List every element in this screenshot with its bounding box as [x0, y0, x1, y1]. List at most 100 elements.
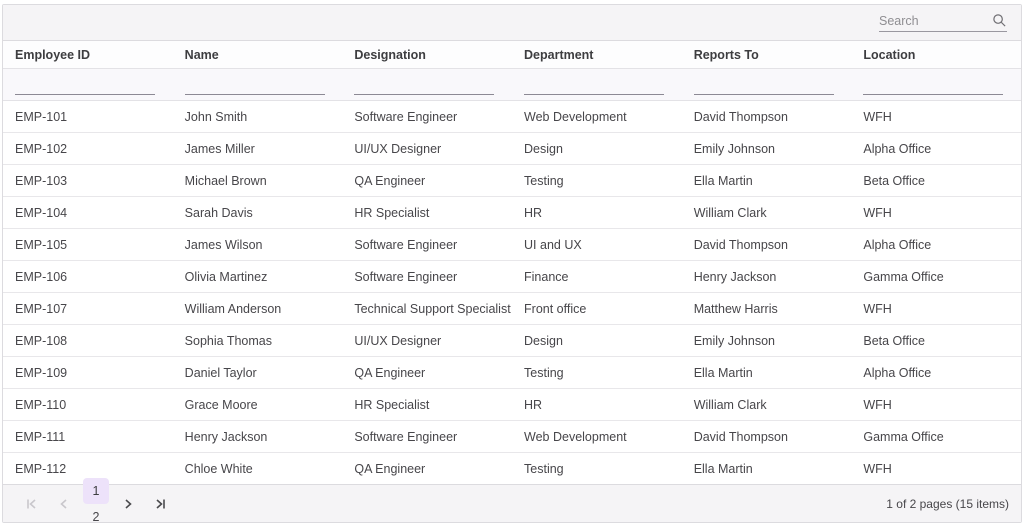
cell-reports-to: Emily Johnson: [682, 334, 852, 348]
cell-name: Sarah Davis: [173, 206, 343, 220]
cell-reports-to: David Thompson: [682, 238, 852, 252]
cell-department: Testing: [512, 174, 682, 188]
filter-input-location[interactable]: [863, 77, 1003, 95]
cell-designation: QA Engineer: [342, 462, 512, 476]
cell-employee-id: EMP-105: [3, 238, 173, 252]
table-row[interactable]: EMP-101John SmithSoftware EngineerWeb De…: [3, 101, 1021, 133]
column-header-name[interactable]: Name: [173, 48, 343, 62]
pager-nav: 12: [19, 478, 173, 528]
cell-name: Sophia Thomas: [173, 334, 343, 348]
prev-page-button[interactable]: [51, 491, 77, 517]
cell-location: WFH: [851, 110, 1021, 124]
cell-reports-to: William Clark: [682, 206, 852, 220]
cell-designation: UI/UX Designer: [342, 334, 512, 348]
cell-department: Web Development: [512, 430, 682, 444]
filter-cell-designation: [342, 77, 512, 101]
cell-name: Olivia Martinez: [173, 270, 343, 284]
page-button-2[interactable]: 2: [83, 504, 109, 528]
cell-location: Gamma Office: [851, 270, 1021, 284]
cell-designation: UI/UX Designer: [342, 142, 512, 156]
filter-input-name[interactable]: [185, 77, 325, 95]
cell-name: Daniel Taylor: [173, 366, 343, 380]
filter-cell-name: [173, 77, 343, 101]
filter-row: [3, 69, 1021, 101]
cell-location: Beta Office: [851, 174, 1021, 188]
table-row[interactable]: EMP-111Henry JacksonSoftware EngineerWeb…: [3, 421, 1021, 453]
table-row[interactable]: EMP-110Grace MooreHR SpecialistHRWilliam…: [3, 389, 1021, 421]
table-body: EMP-101John SmithSoftware EngineerWeb De…: [3, 101, 1021, 485]
first-page-button[interactable]: [19, 491, 45, 517]
cell-reports-to: Ella Martin: [682, 462, 852, 476]
cell-department: Testing: [512, 366, 682, 380]
column-header-employee-id[interactable]: Employee ID: [3, 48, 173, 62]
table-row[interactable]: EMP-105James WilsonSoftware EngineerUI a…: [3, 229, 1021, 261]
cell-designation: HR Specialist: [342, 206, 512, 220]
cell-employee-id: EMP-109: [3, 366, 173, 380]
cell-reports-to: Ella Martin: [682, 366, 852, 380]
cell-reports-to: Emily Johnson: [682, 142, 852, 156]
cell-location: Alpha Office: [851, 142, 1021, 156]
column-header-designation[interactable]: Designation: [342, 48, 512, 62]
pager: 12 1 of 2 pages (15 items): [3, 485, 1021, 522]
cell-department: Design: [512, 334, 682, 348]
cell-designation: Software Engineer: [342, 270, 512, 284]
cell-location: Alpha Office: [851, 238, 1021, 252]
filter-input-reports-to[interactable]: [694, 77, 834, 95]
cell-department: UI and UX: [512, 238, 682, 252]
table-row[interactable]: EMP-102James MillerUI/UX DesignerDesignE…: [3, 133, 1021, 165]
cell-department: Web Development: [512, 110, 682, 124]
filter-input-employee-id[interactable]: [15, 77, 155, 95]
grid-toolbar: [3, 5, 1021, 41]
column-header-location[interactable]: Location: [851, 48, 1021, 62]
cell-designation: Technical Support Specialist: [342, 302, 512, 316]
cell-employee-id: EMP-112: [3, 462, 173, 476]
header-row: Employee IDNameDesignationDepartmentRepo…: [3, 41, 1021, 69]
cell-employee-id: EMP-101: [3, 110, 173, 124]
cell-name: Grace Moore: [173, 398, 343, 412]
cell-location: Beta Office: [851, 334, 1021, 348]
cell-name: Michael Brown: [173, 174, 343, 188]
table-row[interactable]: EMP-103Michael BrownQA EngineerTestingEl…: [3, 165, 1021, 197]
filter-input-designation[interactable]: [354, 77, 494, 95]
cell-employee-id: EMP-106: [3, 270, 173, 284]
cell-location: WFH: [851, 302, 1021, 316]
table-row[interactable]: EMP-106Olivia MartinezSoftware EngineerF…: [3, 261, 1021, 293]
cell-name: William Anderson: [173, 302, 343, 316]
cell-name: Chloe White: [173, 462, 343, 476]
cell-department: Design: [512, 142, 682, 156]
next-page-button[interactable]: [115, 491, 141, 517]
column-header-department[interactable]: Department: [512, 48, 682, 62]
cell-department: HR: [512, 398, 682, 412]
cell-employee-id: EMP-104: [3, 206, 173, 220]
cell-department: HR: [512, 206, 682, 220]
cell-designation: Software Engineer: [342, 238, 512, 252]
filter-cell-location: [851, 77, 1021, 101]
table-row[interactable]: EMP-104Sarah DavisHR SpecialistHRWilliam…: [3, 197, 1021, 229]
cell-location: Alpha Office: [851, 366, 1021, 380]
column-header-reports-to[interactable]: Reports To: [682, 48, 852, 62]
search-icon[interactable]: [992, 13, 1007, 28]
table-row[interactable]: EMP-109Daniel TaylorQA EngineerTestingEl…: [3, 357, 1021, 389]
page-button-1[interactable]: 1: [83, 478, 109, 504]
cell-employee-id: EMP-110: [3, 398, 173, 412]
cell-department: Testing: [512, 462, 682, 476]
cell-reports-to: David Thompson: [682, 110, 852, 124]
cell-name: Henry Jackson: [173, 430, 343, 444]
cell-reports-to: William Clark: [682, 398, 852, 412]
search-input[interactable]: [879, 14, 992, 28]
cell-department: Front office: [512, 302, 682, 316]
employee-grid: Employee IDNameDesignationDepartmentRepo…: [2, 4, 1022, 523]
first-page-icon: [24, 496, 40, 512]
cell-designation: QA Engineer: [342, 366, 512, 380]
filter-cell-employee-id: [3, 77, 173, 101]
cell-reports-to: David Thompson: [682, 430, 852, 444]
table-row[interactable]: EMP-107William AndersonTechnical Support…: [3, 293, 1021, 325]
table-row[interactable]: EMP-108Sophia ThomasUI/UX DesignerDesign…: [3, 325, 1021, 357]
cell-employee-id: EMP-111: [3, 430, 173, 444]
chevron-right-icon: [120, 496, 136, 512]
cell-name: James Wilson: [173, 238, 343, 252]
cell-location: WFH: [851, 462, 1021, 476]
last-page-button[interactable]: [147, 491, 173, 517]
cell-designation: HR Specialist: [342, 398, 512, 412]
filter-input-department[interactable]: [524, 77, 664, 95]
